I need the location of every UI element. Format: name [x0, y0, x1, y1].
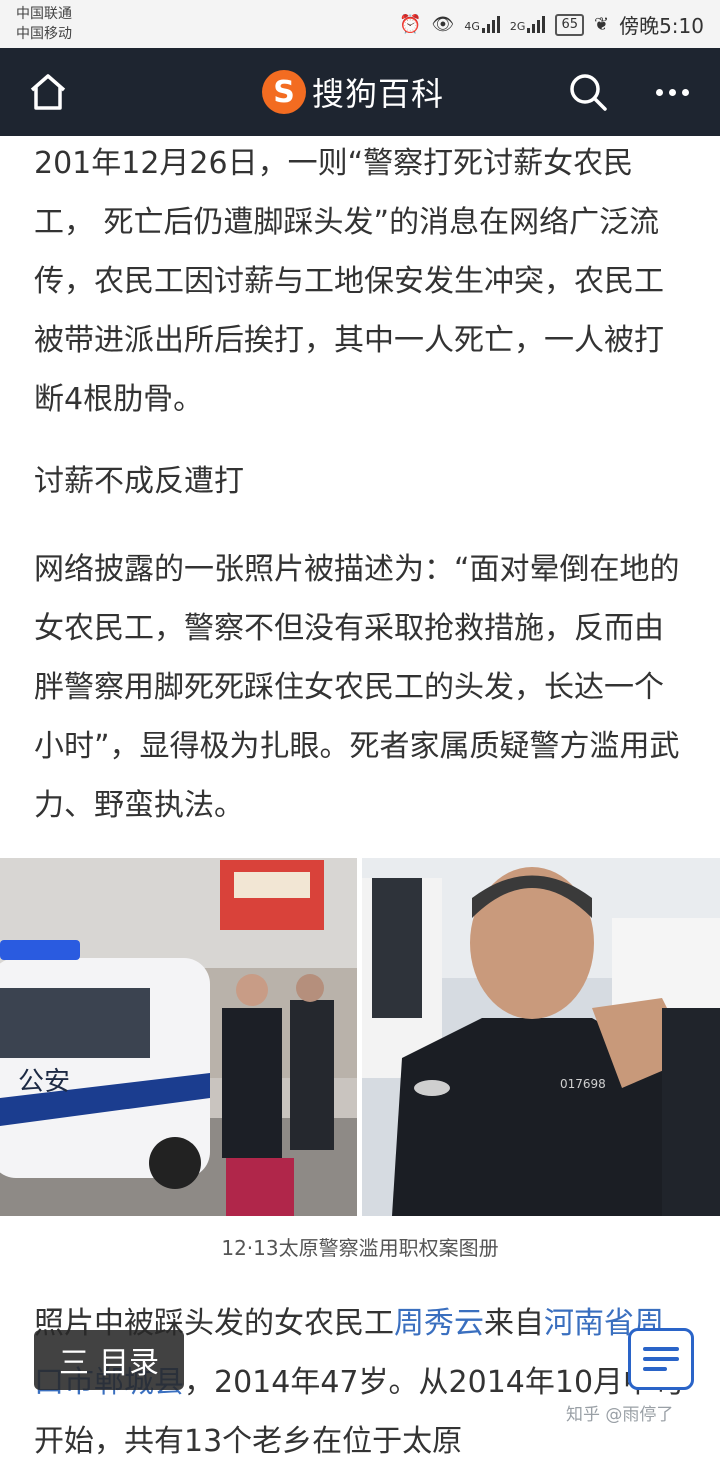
- status-icons: ⏰ 👁 4G 2G 65 ❦ 傍晚5:10: [399, 10, 704, 39]
- photo-gallery[interactable]: 公安 017698: [0, 858, 720, 1218]
- link-zhou-xiuyun[interactable]: 周秀云: [394, 1306, 484, 1341]
- signal-2g-icon: 2G: [510, 16, 546, 33]
- p3-text-b: 来自: [484, 1306, 544, 1341]
- section-heading: 讨薪不成反遭打: [34, 464, 244, 499]
- more-dot-icon: [668, 88, 676, 96]
- car-label: 公安: [18, 1067, 70, 1097]
- article-paragraph-2: 网络披露的一张照片被描述为：“面对晕倒在地的女农民工，警察不但没有采取抢救措施，…: [34, 552, 680, 823]
- floating-list-button[interactable]: [628, 1328, 694, 1390]
- toc-label: 目录: [99, 1346, 159, 1381]
- net-type-1: 4G: [464, 20, 480, 33]
- carrier-2: 中国移动: [16, 26, 72, 42]
- photo-caption: 12·13太原警察滥用职权案图册: [221, 1236, 499, 1260]
- watermark: 知乎 @雨停了: [566, 1405, 674, 1425]
- menu-lines-icon: 三: [59, 1346, 89, 1381]
- more-dot-icon: [681, 88, 689, 96]
- eye-icon: 👁: [431, 14, 455, 35]
- signal-4g-icon: 4G: [464, 16, 500, 33]
- net-type-2: 2G: [509, 20, 526, 33]
- battery-icon: 65: [555, 13, 584, 36]
- home-icon: [30, 74, 66, 110]
- toc-button[interactable]: 三 目录: [34, 1330, 184, 1390]
- article-paragraph-1: 201年12月26日，一则“警察打死讨薪女农民工， 死亡后仍遭脚踩头发”的消息在…: [34, 146, 664, 417]
- search-icon: [570, 74, 607, 111]
- carrier-1: 中国联通: [16, 6, 72, 22]
- sogou-logo-icon: S: [262, 70, 306, 114]
- clock: 傍晚5:10: [619, 14, 704, 38]
- logo-text: 搜狗百科: [312, 75, 445, 113]
- officer-badge-number: 017698: [560, 1077, 606, 1091]
- photo-police-car-scene[interactable]: 公安: [0, 858, 357, 1216]
- police-car-scene-image: 公安: [0, 858, 357, 1216]
- more-button[interactable]: [650, 70, 694, 114]
- leaf-icon: ❦: [593, 14, 610, 35]
- alarm-icon: ⏰: [399, 14, 422, 35]
- list-icon: [643, 1347, 679, 1371]
- home-button[interactable]: [24, 68, 72, 116]
- logo[interactable]: S 搜狗百科: [262, 68, 444, 116]
- police-officer-image: 017698: [362, 858, 720, 1216]
- search-button[interactable]: [566, 70, 610, 114]
- carrier-info: 中国联通 中国移动: [16, 4, 72, 44]
- more-dot-icon: [655, 88, 663, 96]
- app-header: S 搜狗百科: [0, 48, 720, 136]
- photo-police-officer[interactable]: 017698: [362, 858, 720, 1216]
- status-bar: 中国联通 中国移动 ⏰ 👁 4G 2G 65 ❦ 傍晚5:10: [0, 0, 720, 48]
